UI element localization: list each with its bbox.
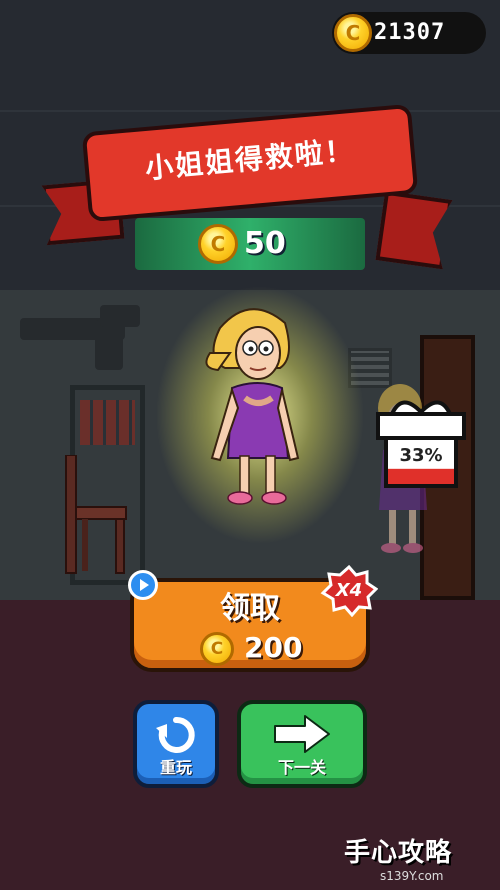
chair	[65, 455, 127, 574]
coin-balance: 21307	[374, 20, 446, 45]
books	[80, 400, 135, 445]
replay-icon	[156, 716, 195, 753]
coin-icon: C	[334, 14, 372, 52]
next-level-label: 下一关	[277, 758, 326, 777]
pipe	[95, 320, 123, 370]
coin-icon: C	[200, 632, 234, 666]
watermark-url: s139Y.com	[380, 869, 444, 883]
pipe	[100, 305, 140, 327]
multiplier-text: X4	[335, 580, 363, 601]
coin-icon: C	[198, 224, 238, 264]
gift-progress-text: 33%	[399, 445, 443, 466]
video-ad-icon	[128, 570, 158, 600]
gift-box-icon	[376, 400, 466, 488]
background-stripe	[0, 110, 500, 112]
play-icon	[140, 579, 149, 591]
rescued-girl	[205, 308, 300, 505]
claim-amount: 200	[244, 631, 303, 664]
reward-amount: 50	[244, 226, 286, 261]
watermark-logo: 手心攻略	[344, 838, 453, 868]
arrow-right-icon	[274, 715, 330, 753]
replay-label: 重玩	[159, 758, 192, 777]
